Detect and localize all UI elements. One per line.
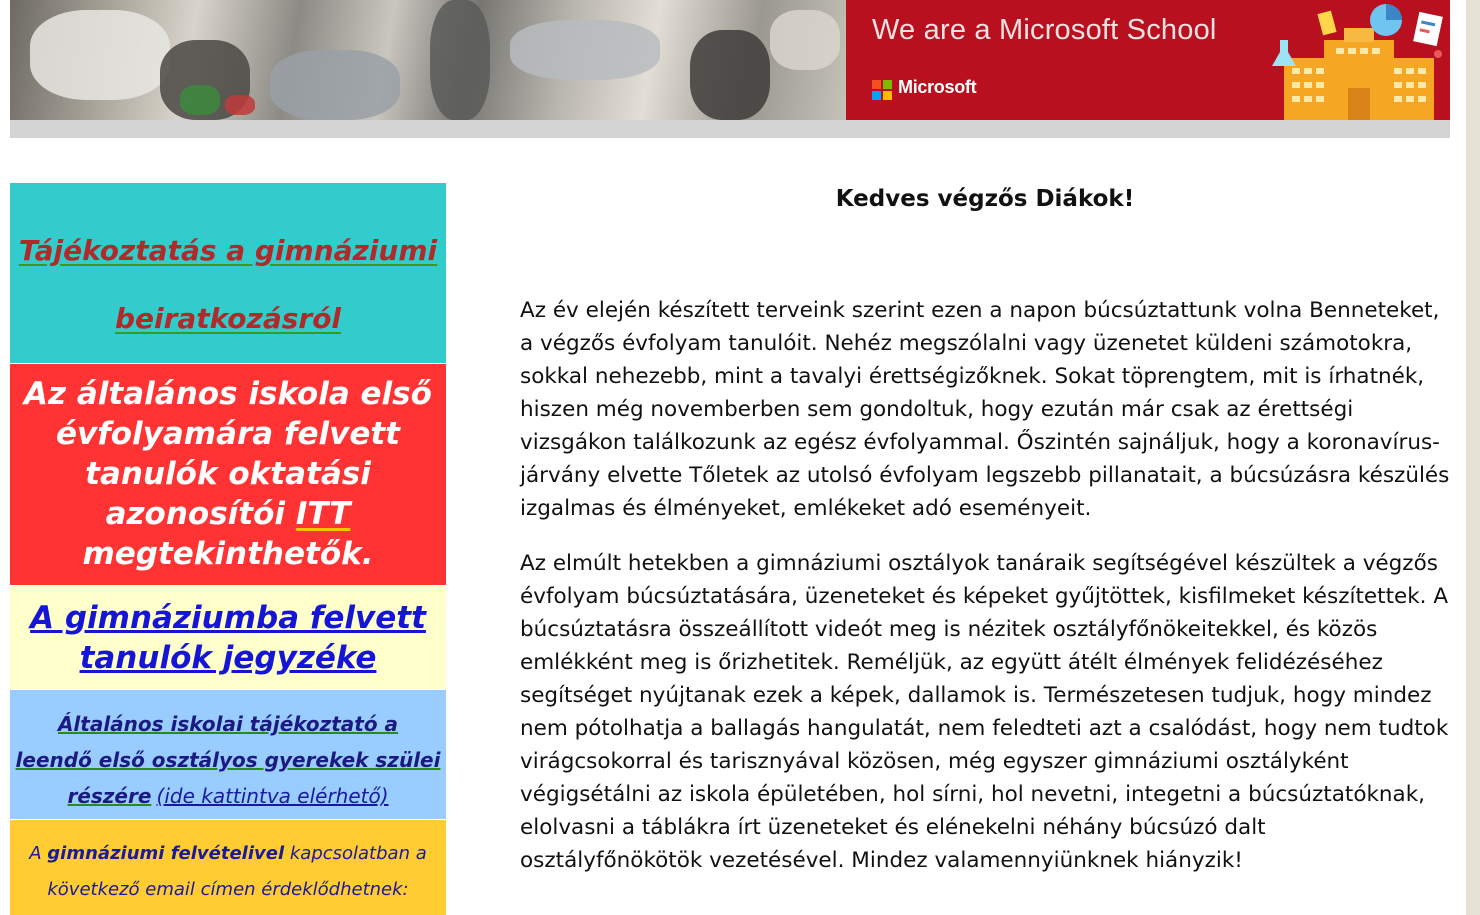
article-paragraph: Az év elején készített terveink szerint … [520, 298, 1450, 521]
enrollment-info-line2: beiratkozásról [114, 302, 342, 335]
contact-line1: A gimnáziumi felvételivel kapcsolatban a [10, 836, 446, 872]
first-grade-ids-box: Az általános iskola első évfolyamára fel… [10, 364, 446, 586]
primary-info-line3: részére [67, 784, 152, 808]
enrollment-info-box: Tájékoztatás a gimnáziumi beiratkozásról [10, 183, 446, 364]
first-grade-ids-text: azonosítói [105, 496, 296, 532]
admitted-list-line1: A gimnáziumba felvett [30, 600, 426, 636]
school-illustration-icon [1272, 4, 1443, 120]
contact-bold: gimnáziumi felvételivel [47, 843, 285, 864]
contact-line2: következő email címen érdeklődhetnek: [47, 879, 409, 900]
banner-title: We are a Microsoft School [872, 14, 1217, 46]
contact-post: kapcsolatban a [284, 843, 427, 864]
enrollment-info-line1: Tájékoztatás a gimnáziumi [18, 234, 438, 267]
banner-brand-panel: We are a Microsoft School Microsoft [846, 0, 1450, 120]
first-grade-ids-line: Az általános iskola első [24, 376, 432, 412]
first-grade-ids-line: tanulók oktatási [85, 456, 371, 492]
primary-info-line1: Általános iskolai tájékoztató a [57, 712, 399, 736]
article-heading: Kedves végzős Diákok! [835, 186, 1135, 212]
admitted-list-line2: tanulók jegyzéke [79, 640, 377, 676]
first-grade-ids-line: azonosítói ITT [20, 494, 436, 534]
click-here-link[interactable]: (ide kattintva elérhető) [157, 784, 389, 808]
microsoft-logo-icon [872, 80, 892, 100]
admission-contact-box: A gimnáziumi felvételivel kapcsolatban a… [10, 820, 446, 915]
itt-link[interactable]: ITT [296, 496, 351, 532]
header-divider [10, 120, 1450, 138]
page: We are a Microsoft School Microsoft Tájé… [0, 0, 1466, 915]
first-grade-ids-line: évfolyamára felvett [56, 416, 400, 452]
first-grade-ids-line: megtekinthetők. [82, 536, 374, 572]
header-banner: We are a Microsoft School Microsoft [10, 0, 1450, 120]
main-article: Kedves végzős Diákok! Az év elején készí… [520, 183, 1450, 877]
page-edge [1466, 0, 1480, 915]
contact-pre: A [29, 843, 48, 864]
banner-photo [10, 0, 846, 120]
admitted-list-box: A gimnáziumba felvett tanulók jegyzéke [10, 586, 446, 690]
article-paragraph: Az elmúlt hetekben a gimnáziumi osztályo… [520, 551, 1449, 873]
primary-info-line2: leendő első osztályos gyerekek szülei [15, 748, 441, 772]
sidebar: Tájékoztatás a gimnáziumi beiratkozásról … [10, 183, 446, 915]
primary-school-info-box: Általános iskolai tájékoztató a leendő el… [10, 690, 446, 820]
admitted-list-link[interactable]: A gimnáziumba felvett tanulók jegyzéke [30, 600, 426, 676]
enrollment-info-link[interactable]: Tájékoztatás a gimnáziumi beiratkozásról [19, 234, 437, 335]
microsoft-wordmark: Microsoft [898, 77, 977, 97]
